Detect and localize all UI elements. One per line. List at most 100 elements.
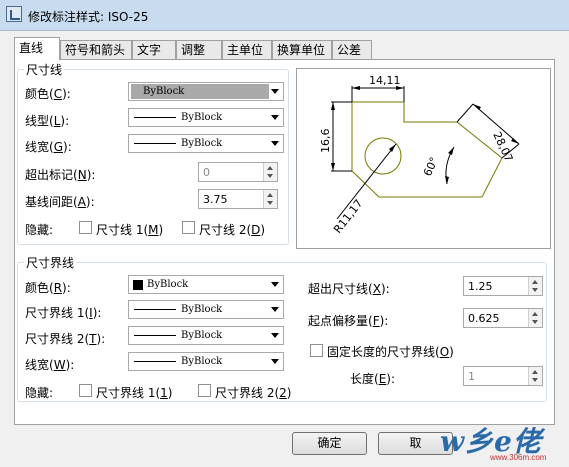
left-dim-text: 16,6	[319, 129, 332, 154]
spin-up-icon[interactable]	[532, 280, 538, 284]
hole-circle	[364, 137, 402, 175]
tab-symbols-arrows[interactable]: 符号和箭头	[60, 40, 132, 59]
ext-lineweight-select[interactable]: ByBlock	[128, 352, 284, 371]
spin-down-icon[interactable]	[267, 174, 273, 178]
window-title: 修改标注样式: ISO-25	[28, 10, 149, 24]
line-sample	[134, 143, 176, 144]
tab-primary-units[interactable]: 主单位	[222, 40, 272, 59]
baseline-spacing-spinner[interactable]: 3.75	[198, 189, 278, 209]
ext-color-select[interactable]: ByBlock	[128, 275, 284, 294]
ext-color-value: ByBlock	[147, 279, 189, 290]
arrowhead	[331, 102, 335, 110]
spin-up-icon[interactable]	[267, 193, 273, 197]
spinner-buttons[interactable]	[528, 309, 542, 327]
dim-linetype-label: 线型(L):	[25, 114, 70, 128]
tab-label: 调整	[181, 43, 206, 57]
suppress-ext-line-1-label: 尺寸界线 1(1)	[96, 386, 173, 400]
chevron-down-icon[interactable]	[271, 307, 279, 312]
ext-linetype1-select[interactable]: ByBlock	[128, 300, 284, 319]
baseline-spacing-label: 基线间距(A):	[25, 195, 95, 209]
extend-ticks-value: 0	[203, 166, 210, 179]
length-spinner[interactable]: 1	[463, 366, 543, 386]
chevron-down-icon[interactable]	[271, 89, 279, 94]
arrowhead	[445, 176, 449, 184]
spin-down-icon[interactable]	[267, 201, 273, 205]
tab-label: 文字	[137, 43, 162, 57]
suppress-ext-line-1-checkbox[interactable]	[79, 384, 92, 397]
spin-down-icon[interactable]	[532, 288, 538, 292]
ext-lines-title: 尺寸界线	[24, 254, 77, 271]
extend-beyond-spinner[interactable]: 1.25	[463, 276, 543, 296]
site-watermark: w乡e佬 www.306m.com	[414, 418, 569, 467]
spinner-buttons[interactable]	[263, 163, 277, 181]
ext-color-label: 颜色(R):	[25, 281, 71, 295]
dim-color-select[interactable]: ByBlock	[128, 82, 284, 101]
extend-ticks-spinner[interactable]: 0	[198, 162, 278, 182]
top-dim-text: 14,11	[369, 74, 401, 87]
chevron-down-icon[interactable]	[271, 282, 279, 287]
spin-up-icon[interactable]	[532, 370, 538, 374]
watermark-url: www.306m.com	[490, 453, 547, 462]
title-bar: 修改标注样式: ISO-25	[0, 0, 569, 31]
spin-up-icon[interactable]	[532, 312, 538, 316]
line-sample	[134, 361, 176, 362]
tab-fit[interactable]: 调整	[176, 40, 222, 59]
fixed-length-checkbox[interactable]	[310, 344, 323, 357]
chevron-down-icon[interactable]	[271, 333, 279, 338]
line-sample	[134, 309, 176, 310]
baseline-spacing-value: 3.75	[203, 193, 228, 206]
tab-label: 主单位	[227, 43, 264, 57]
chevron-down-icon[interactable]	[271, 115, 279, 120]
spinner-buttons[interactable]	[528, 277, 542, 295]
line-sample	[134, 335, 176, 336]
dim-linetype-select[interactable]: ByBlock	[128, 108, 284, 127]
suppress-dim-line-2-label: 尺寸线 2(D)	[199, 223, 266, 237]
ext-lineweight-value: ByBlock	[181, 356, 223, 367]
spinner-buttons[interactable]	[263, 190, 277, 208]
part-outline	[351, 101, 503, 198]
arrowhead	[448, 147, 454, 155]
spin-down-icon[interactable]	[532, 320, 538, 324]
ext-linetype2-value: ByBlock	[181, 330, 223, 341]
ext-lineweight-label: 线宽(W):	[25, 358, 75, 372]
dim-linetype-value: ByBlock	[181, 112, 223, 123]
dim-color-label: 颜色(C):	[25, 87, 71, 101]
arrowhead	[511, 138, 519, 144]
suppress-dim-line-2-checkbox[interactable]	[182, 221, 195, 234]
spin-down-icon[interactable]	[532, 378, 538, 382]
arrowhead	[331, 163, 335, 171]
dimension-preview: 14,11 16,6 28,07 60° R11,17	[296, 68, 551, 249]
tab-label: 换算单位	[277, 43, 326, 57]
extend-beyond-label: 超出尺寸线(X):	[308, 282, 390, 296]
chevron-down-icon[interactable]	[271, 141, 279, 146]
arrowhead	[352, 86, 360, 90]
right-ext-line	[456, 103, 474, 123]
suppress-ext-line-2-checkbox[interactable]	[198, 384, 211, 397]
length-label: 长度(E):	[350, 372, 396, 386]
radius-dim-text: R11,17	[331, 197, 365, 236]
fixed-length-label: 固定长度的尺寸界线(O)	[327, 345, 454, 359]
angle-dim-text: 60°	[421, 155, 441, 178]
offset-origin-label: 起点偏移量(F):	[308, 314, 389, 328]
suppress-ext-line-2-label: 尺寸界线 2(2)	[215, 386, 292, 400]
offset-origin-spinner[interactable]: 0.625	[463, 308, 543, 328]
suppress-dim-line-1-checkbox[interactable]	[79, 221, 92, 234]
ext-linetype1-value: ByBlock	[181, 304, 223, 315]
spinner-buttons[interactable]	[528, 367, 542, 385]
chevron-down-icon[interactable]	[271, 359, 279, 364]
right-dim-text: 28,07	[490, 130, 515, 164]
line-sample	[134, 117, 176, 118]
tab-text[interactable]: 文字	[132, 40, 176, 59]
tab-alternate-units[interactable]: 换算单位	[272, 40, 332, 59]
spin-up-icon[interactable]	[267, 166, 273, 170]
dim-suppress-label: 隐藏:	[25, 223, 54, 237]
ok-button[interactable]: 确定	[292, 432, 367, 455]
ext-suppress-label: 隐藏:	[25, 386, 54, 400]
tab-tolerances[interactable]: 公差	[332, 40, 372, 59]
color-swatch	[133, 280, 143, 290]
length-value: 1	[468, 370, 475, 383]
arrowhead	[473, 104, 481, 110]
dim-lineweight-select[interactable]: ByBlock	[128, 134, 284, 153]
ext-linetype2-select[interactable]: ByBlock	[128, 326, 284, 345]
tab-lines[interactable]: 直线	[14, 37, 60, 60]
